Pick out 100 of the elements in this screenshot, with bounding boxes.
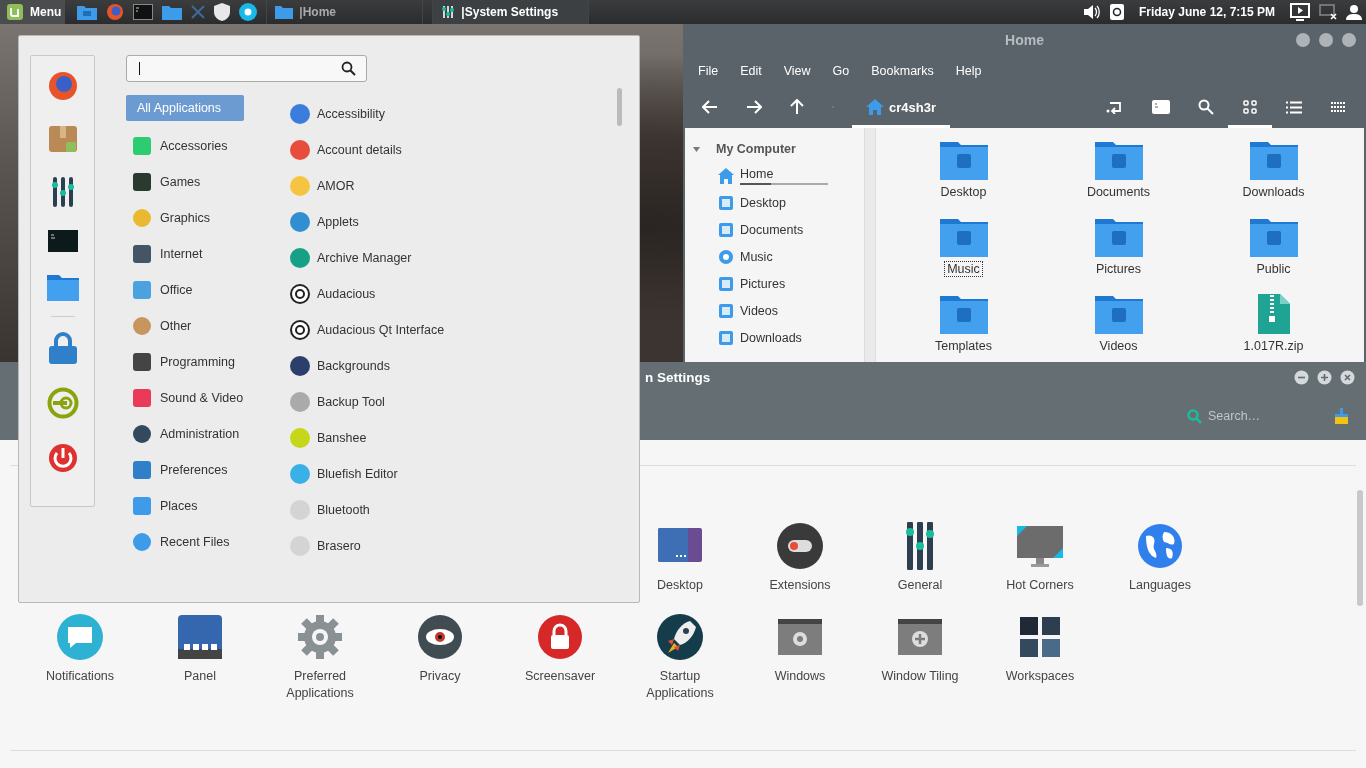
application-item[interactable]: Backgrounds bbox=[289, 348, 445, 384]
lock-icon[interactable] bbox=[48, 332, 77, 364]
application-item[interactable]: Account details bbox=[289, 132, 445, 168]
category-item[interactable]: Other bbox=[126, 308, 244, 344]
sliders-icon[interactable] bbox=[50, 177, 75, 207]
search-field[interactable] bbox=[126, 55, 367, 82]
minimize-button[interactable] bbox=[1294, 370, 1309, 385]
search-icon[interactable] bbox=[1198, 99, 1214, 115]
file-name[interactable]: Templates bbox=[932, 338, 995, 354]
clock[interactable]: Friday June 12, 7:15 PM bbox=[1138, 5, 1275, 19]
folder-icon[interactable] bbox=[939, 217, 988, 257]
privacy-icon[interactable] bbox=[416, 613, 464, 661]
back-icon[interactable] bbox=[702, 100, 718, 114]
extensions-icon[interactable] bbox=[776, 522, 824, 570]
menu-item[interactable]: Go bbox=[832, 64, 850, 78]
category-item[interactable]: Recent Files bbox=[126, 524, 244, 560]
monitor-icon[interactable] bbox=[1319, 4, 1337, 20]
sidebar-item[interactable]: Music bbox=[693, 243, 864, 270]
screen-play-icon[interactable] bbox=[1290, 3, 1310, 21]
menu-button[interactable]: Menu bbox=[0, 0, 66, 24]
camera-icon[interactable] bbox=[1109, 4, 1124, 20]
application-item[interactable]: Audacious Qt Interface bbox=[289, 312, 445, 348]
close-button[interactable] bbox=[1340, 370, 1355, 385]
zip-file-icon[interactable] bbox=[1257, 294, 1290, 334]
sidebar-item[interactable]: Documents bbox=[693, 216, 864, 243]
sidebar-item[interactable]: Desktop bbox=[693, 189, 864, 216]
application-item[interactable]: Bluefish Editor bbox=[289, 456, 445, 492]
menu-item[interactable]: View bbox=[783, 64, 811, 78]
folder-icon[interactable] bbox=[1094, 140, 1143, 180]
application-item[interactable]: Bluetooth bbox=[289, 492, 445, 528]
category-item[interactable]: Office bbox=[126, 272, 244, 308]
minimize-button[interactable] bbox=[1296, 33, 1310, 47]
disc-icon[interactable] bbox=[239, 3, 258, 21]
sidebar-item[interactable]: Pictures bbox=[693, 270, 864, 297]
application-item[interactable]: Accessibility bbox=[289, 96, 445, 132]
scrollbar[interactable] bbox=[1357, 490, 1363, 606]
scrollbar-track[interactable] bbox=[865, 128, 876, 362]
broom-icon[interactable] bbox=[1334, 408, 1349, 424]
file-name[interactable]: Downloads bbox=[1239, 184, 1308, 200]
menu-item[interactable]: File bbox=[698, 64, 719, 78]
sidebar-item[interactable]: Downloads bbox=[693, 324, 864, 351]
close-button[interactable] bbox=[1342, 33, 1356, 47]
application-item[interactable]: Banshee bbox=[289, 420, 445, 456]
redo-icon[interactable] bbox=[1106, 100, 1124, 114]
forward-icon[interactable] bbox=[746, 100, 762, 114]
close-icon[interactable] bbox=[191, 5, 206, 19]
file-name[interactable]: 1.017R.zip bbox=[1240, 338, 1307, 354]
path-button[interactable]: cr4sh3r bbox=[852, 86, 950, 128]
window-button[interactable]: |System Settings bbox=[432, 0, 590, 24]
folder-icon[interactable] bbox=[162, 4, 183, 20]
notif-icon[interactable] bbox=[56, 613, 104, 661]
file-name[interactable]: Documents bbox=[1083, 184, 1154, 200]
application-item[interactable]: Applets bbox=[289, 204, 445, 240]
user-icon[interactable] bbox=[1346, 4, 1362, 20]
sidebar-item[interactable]: Videos bbox=[693, 297, 864, 324]
file-name[interactable]: Videos bbox=[1096, 338, 1141, 354]
folder-icon[interactable] bbox=[77, 4, 98, 20]
shield-icon[interactable] bbox=[214, 3, 231, 21]
languages-icon[interactable] bbox=[1136, 522, 1184, 570]
scrollbar[interactable] bbox=[617, 88, 622, 126]
window-button[interactable]: |Home bbox=[266, 0, 424, 24]
folder-icon[interactable] bbox=[939, 140, 988, 180]
search-field[interactable]: Search… bbox=[1208, 409, 1328, 423]
maximize-button[interactable] bbox=[1317, 370, 1332, 385]
application-item[interactable]: Brasero bbox=[289, 528, 445, 564]
maximize-button[interactable] bbox=[1319, 33, 1333, 47]
folder-icon[interactable] bbox=[1249, 217, 1298, 257]
category-item[interactable]: Programming bbox=[126, 344, 244, 380]
file-name[interactable]: Pictures bbox=[1092, 261, 1145, 277]
logout-icon[interactable] bbox=[46, 387, 79, 419]
menu-item[interactable]: Bookmarks bbox=[871, 64, 934, 78]
terminal-icon[interactable] bbox=[47, 230, 78, 252]
panel-icon[interactable] bbox=[176, 613, 224, 661]
category-item[interactable]: Sound & Video bbox=[126, 380, 244, 416]
folder-icon[interactable] bbox=[1094, 294, 1143, 334]
category-item[interactable]: Internet bbox=[126, 236, 244, 272]
category-item[interactable]: Graphics bbox=[126, 200, 244, 236]
folder-icon[interactable] bbox=[939, 294, 988, 334]
expander-open-icon[interactable] bbox=[693, 145, 700, 153]
power-icon[interactable] bbox=[46, 442, 79, 474]
application-item[interactable]: Backup Tool bbox=[289, 384, 445, 420]
file-name[interactable]: Public bbox=[1253, 261, 1294, 277]
up-icon[interactable] bbox=[790, 99, 804, 115]
folder-icon[interactable] bbox=[46, 275, 79, 301]
sidebar-item[interactable]: Home bbox=[693, 162, 864, 189]
speaker-icon[interactable] bbox=[1082, 4, 1101, 20]
application-item[interactable]: Audacious bbox=[289, 276, 445, 312]
file-name[interactable]: Music bbox=[944, 261, 983, 277]
package-icon[interactable] bbox=[47, 124, 78, 154]
category-item[interactable]: Preferences bbox=[126, 452, 244, 488]
browser-icon[interactable] bbox=[47, 71, 78, 101]
category-item[interactable]: Administration bbox=[126, 416, 244, 452]
screensaver-icon[interactable] bbox=[536, 613, 584, 661]
prefs-icon[interactable] bbox=[296, 613, 344, 661]
application-item[interactable]: Archive Manager bbox=[289, 240, 445, 276]
file-name[interactable]: Desktop bbox=[937, 184, 990, 200]
application-item[interactable]: AMOR bbox=[289, 168, 445, 204]
startup-icon[interactable] bbox=[656, 613, 704, 661]
menu-item[interactable]: Edit bbox=[740, 64, 762, 78]
category-item[interactable]: Places bbox=[126, 488, 244, 524]
